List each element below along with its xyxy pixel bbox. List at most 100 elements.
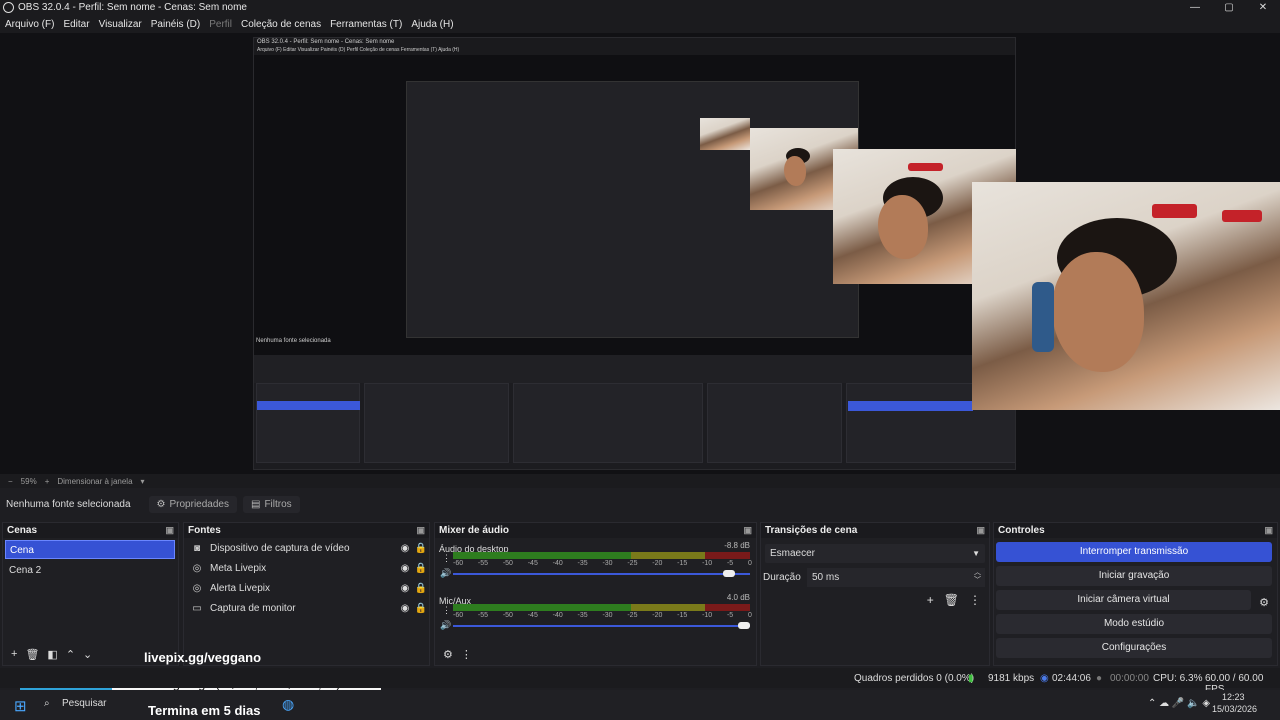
minimize-button[interactable]: — [1178, 0, 1212, 15]
lock-icon[interactable]: 🔒 [413, 563, 429, 574]
mixer-menu-icon[interactable]: ⋮ [461, 648, 472, 661]
dock-menu-icon[interactable]: ▣ [976, 523, 985, 538]
menu-visualizar[interactable]: Visualizar [99, 19, 142, 30]
eye-icon[interactable]: ◉ [397, 603, 413, 614]
nested-docks [254, 383, 1015, 469]
properties-label: Propriedades [169, 498, 229, 510]
properties-button[interactable]: ⚙ Propriedades [148, 495, 237, 513]
tick-label: -35 [577, 560, 588, 567]
eye-icon[interactable]: ◉ [397, 583, 413, 594]
studio-mode-button[interactable]: Modo estúdio [996, 614, 1272, 634]
menu-editar[interactable]: Editar [63, 19, 89, 30]
menu-colecao-cenas[interactable]: Coleção de cenas [241, 19, 321, 30]
zoom-out-button[interactable]: − [8, 477, 13, 486]
tick-label: -15 [677, 612, 688, 619]
lock-icon[interactable]: 🔒 [413, 583, 429, 594]
volume-slider[interactable] [453, 570, 750, 577]
monitor-icon: ▭ [192, 602, 202, 614]
add-scene-button[interactable]: + [11, 648, 17, 660]
sources-header: Fontes ▣ [184, 523, 429, 538]
start-recording-button[interactable]: Iniciar gravação [996, 566, 1272, 586]
source-item[interactable]: ◎ Meta Livepix ◉ 🔒 [184, 558, 429, 578]
bitrate: 9181 kbps [988, 673, 1035, 684]
source-item[interactable]: ◙ Dispositivo de captura de vídeo ◉ 🔒 [184, 538, 429, 558]
source-label: Captura de monitor [210, 602, 296, 614]
taskbar-search[interactable]: Pesquisar [62, 698, 106, 709]
preview-canvas[interactable]: OBS 32.0.4 - Perfil: Sem nome - Cenas: S… [0, 33, 1280, 474]
globe-icon: ◎ [192, 562, 202, 574]
move-down-icon[interactable]: ⌄ [83, 648, 92, 661]
menu-paineis[interactable]: Painéis (D) [151, 19, 200, 30]
tick-label: -35 [577, 612, 588, 619]
zoom-in-button[interactable]: + [45, 477, 50, 486]
advanced-audio-gear-icon[interactable]: ⚙ [443, 648, 453, 661]
tick-label: -60 [453, 612, 464, 619]
transition-menu-icon[interactable]: ⋮ [969, 593, 981, 607]
menu-arquivo[interactable]: Arquivo (F) [5, 19, 54, 30]
clock-date: 15/03/2026 [1212, 704, 1258, 714]
source-item[interactable]: ◎ Alerta Livepix ◉ 🔒 [184, 578, 429, 598]
add-transition-button[interactable]: + [927, 593, 934, 607]
source-label: Dispositivo de captura de vídeo [210, 542, 350, 554]
menu-perfil[interactable]: Perfil [209, 19, 232, 30]
nested-sources-panel [364, 383, 509, 463]
channel-menu-icon[interactable]: ⋮ [442, 553, 451, 564]
lock-icon[interactable]: 🔒 [413, 543, 429, 554]
transitions-header: Transições de cena ▣ [761, 523, 989, 538]
cpu-usage: CPU: 6.3% [1153, 673, 1203, 684]
search-icon[interactable]: ⌕ [44, 698, 50, 709]
slider-knob[interactable] [723, 570, 736, 577]
dock-menu-icon[interactable]: ▣ [743, 523, 752, 538]
remove-transition-icon[interactable]: 🗑 [944, 593, 959, 607]
channel-db: 4.0 dB [726, 593, 750, 602]
sources-title: Fontes [188, 525, 221, 536]
resize-chevron-icon[interactable]: ▾ [141, 477, 145, 486]
chevron-down-icon: ▼ [972, 549, 980, 558]
volume-slider[interactable] [453, 622, 750, 629]
channel-menu-icon[interactable]: ⋮ [442, 605, 451, 616]
status-bar: Quadros perdidos 0 (0.0%) ▮ 9181 kbps ◉ … [0, 668, 1280, 695]
windows-start-icon[interactable]: ⊞ [14, 697, 27, 715]
eye-icon[interactable]: ◉ [397, 543, 413, 554]
menu-ajuda[interactable]: Ajuda (H) [411, 19, 453, 30]
resize-to-window-button[interactable]: Dimensionar à janela [57, 477, 132, 486]
chrome-icon[interactable]: ◍ [282, 696, 294, 713]
livepix-url-overlay: livepix.gg/veggano [144, 650, 262, 665]
nested-menu-bar: Arquivo (F) Editar Visualizar Painéis (D… [254, 46, 1015, 55]
scene-filters-icon[interactable]: ◧ [47, 648, 57, 661]
duration-field[interactable]: 50 ms ︿ ﹀ [807, 568, 985, 587]
filters-label: Filtros [264, 498, 292, 510]
speaker-icon[interactable]: 🔊 [440, 620, 451, 631]
source-item[interactable]: ▭ Captura de monitor ◉ 🔒 [184, 598, 429, 618]
tick-label: -60 [453, 560, 464, 567]
slider-knob[interactable] [738, 622, 750, 629]
lock-icon[interactable]: 🔒 [413, 603, 429, 614]
start-virtual-camera-button[interactable]: Iniciar câmera virtual [996, 590, 1251, 610]
move-up-icon[interactable]: ⌃ [66, 648, 75, 661]
remove-scene-icon[interactable]: 🗑 [25, 648, 39, 661]
dock-menu-icon[interactable]: ▣ [1264, 523, 1273, 538]
settings-button[interactable]: Configurações [996, 638, 1272, 658]
nested-stream-button [848, 401, 973, 411]
meter-ticks: -60 -55 -50 -45 -40 -35 -30 -25 -20 -15 -10 -5 0 [453, 612, 752, 619]
tray-icons: ⌃ ☁ 🎤 🔈 ◈ [1148, 698, 1211, 709]
virtual-camera-gear-icon[interactable]: ⚙ [1259, 596, 1269, 609]
close-button[interactable]: ✕ [1246, 0, 1280, 15]
nested-transitions-panel [707, 383, 842, 463]
tick-label: -50 [502, 612, 513, 619]
eye-icon[interactable]: ◉ [397, 563, 413, 574]
scene-item-cena[interactable]: Cena [5, 540, 175, 559]
speaker-icon[interactable]: 🔊 [440, 568, 451, 579]
scenes-dock: Cenas ▣ Cena Cena 2 + 🗑 ◧ ⌃ ⌄ [2, 522, 179, 666]
transition-select[interactable]: Esmaecer ▼ [765, 544, 985, 563]
menu-ferramentas[interactable]: Ferramentas (T) [330, 19, 402, 30]
filters-button[interactable]: ▤ Filtros [242, 495, 300, 513]
dock-menu-icon[interactable]: ▣ [416, 523, 425, 538]
nested-mixer-panel [513, 383, 703, 463]
stop-streaming-button[interactable]: Interromper transmissão [996, 542, 1272, 562]
dock-menu-icon[interactable]: ▣ [165, 523, 174, 538]
tick-label: -40 [552, 612, 563, 619]
duration-stepper-icon[interactable]: ︿ ﹀ [974, 569, 981, 585]
maximize-button[interactable]: ▢ [1212, 0, 1246, 15]
scene-item-cena-2[interactable]: Cena 2 [5, 561, 175, 580]
